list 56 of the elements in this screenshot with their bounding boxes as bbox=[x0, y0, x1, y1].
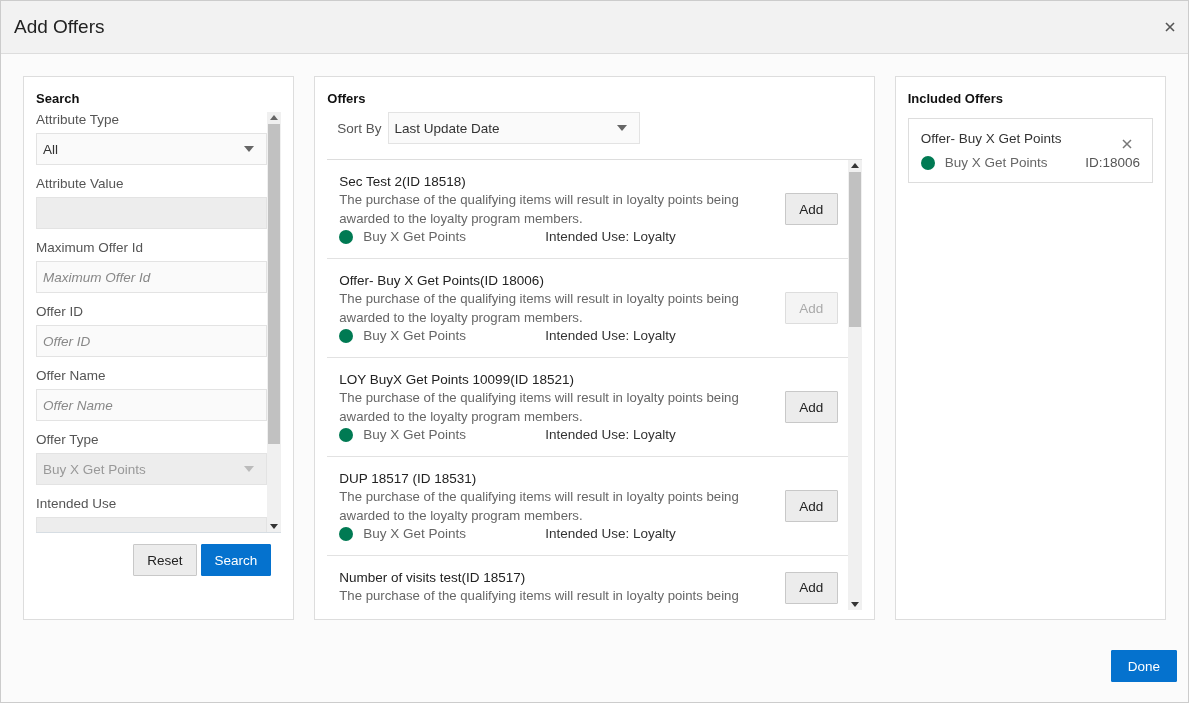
done-button[interactable]: Done bbox=[1110, 650, 1177, 682]
field-label: Attribute Type bbox=[36, 112, 120, 128]
offer-type: Buy X Get Points bbox=[363, 526, 468, 541]
reset-button[interactable]: Reset bbox=[133, 544, 197, 576]
panel-title: Offers bbox=[327, 91, 366, 106]
offer-description: The purchase of the qualifying items will result in loyalty points being awarded to the loyalty program members. bbox=[339, 488, 740, 525]
offer-id: ID:18006 bbox=[1085, 155, 1140, 170]
sort-dropdown[interactable]: Last Update Date bbox=[387, 112, 640, 144]
scrollbar[interactable] bbox=[847, 160, 862, 610]
search-button[interactable]: Search bbox=[200, 544, 272, 576]
panel-title: Search bbox=[36, 91, 80, 106]
scroll-down-icon[interactable] bbox=[850, 602, 859, 607]
caret-icon bbox=[616, 125, 627, 131]
offer-type: Buy X Get Points bbox=[363, 427, 468, 442]
add-button[interactable]: Add bbox=[784, 490, 838, 522]
offer-title: Sec Test 2(ID 18518) bbox=[339, 174, 466, 189]
field-label: Offer ID bbox=[36, 304, 83, 320]
add-button[interactable]: Add bbox=[784, 193, 838, 225]
remove-icon[interactable] bbox=[1122, 139, 1132, 149]
input-field[interactable]: Maximum Offer Id bbox=[36, 261, 268, 293]
field-label: Intended Use bbox=[36, 496, 117, 512]
field-label: Offer Name bbox=[36, 368, 106, 384]
scroll-up-icon[interactable] bbox=[270, 115, 279, 120]
caret-icon bbox=[244, 466, 255, 472]
caret-icon bbox=[244, 146, 255, 152]
intended-use: Intended Use: Loyalty bbox=[545, 328, 676, 343]
field-label: Attribute Value bbox=[36, 176, 124, 192]
scrollbar[interactable] bbox=[267, 112, 282, 532]
offer-title: Offer- Buy X Get Points bbox=[920, 131, 1062, 146]
intended-use: Intended Use: Loyalty bbox=[545, 526, 676, 541]
add-button[interactable]: Add bbox=[784, 571, 838, 604]
close-icon[interactable] bbox=[1165, 22, 1175, 32]
offer-description: The purchase of the qualifying items will result in loyalty points being bbox=[339, 587, 740, 605]
offer-description: The purchase of the qualifying items will result in loyalty points being awarded to the loyalty program members. bbox=[339, 389, 740, 426]
dropdown-field[interactable]: All bbox=[36, 133, 268, 165]
offer-title: Offer- Buy X Get Points(ID 18006) bbox=[339, 273, 544, 288]
field-label: Maximum Offer Id bbox=[36, 240, 144, 256]
offer-type: Buy X Get Points bbox=[363, 328, 468, 343]
offer-description: The purchase of the qualifying items will result in loyalty points being awarded to the loyalty program members. bbox=[339, 191, 740, 228]
input-field[interactable]: Offer Name bbox=[36, 389, 268, 421]
offer-title: Number of visits test(ID 18517) bbox=[339, 570, 526, 585]
offer-title: LOY BuyX Get Points 10099(ID 18521) bbox=[339, 372, 574, 387]
intended-use: Intended Use: Loyalty bbox=[545, 229, 676, 244]
input-field[interactable]: Offer ID bbox=[36, 325, 268, 357]
scroll-up-icon[interactable] bbox=[850, 163, 859, 168]
offer-title: DUP 18517 (ID 18531) bbox=[339, 471, 477, 486]
offer-type: Buy X Get Points bbox=[363, 229, 468, 244]
field-label: Offer Type bbox=[36, 432, 99, 448]
offer-type: Buy X Get Points bbox=[944, 155, 1049, 170]
add-button[interactable]: Add bbox=[784, 391, 838, 423]
panel-title: Included Offers bbox=[907, 91, 1004, 106]
offer-description: The purchase of the qualifying items will result in loyalty points being awarded to the loyalty program members. bbox=[339, 290, 740, 327]
sort-label: Sort By bbox=[337, 120, 382, 136]
scroll-down-icon[interactable] bbox=[270, 524, 279, 529]
window-title: Add Offers bbox=[14, 16, 105, 38]
intended-use: Intended Use: Loyalty bbox=[545, 427, 676, 442]
